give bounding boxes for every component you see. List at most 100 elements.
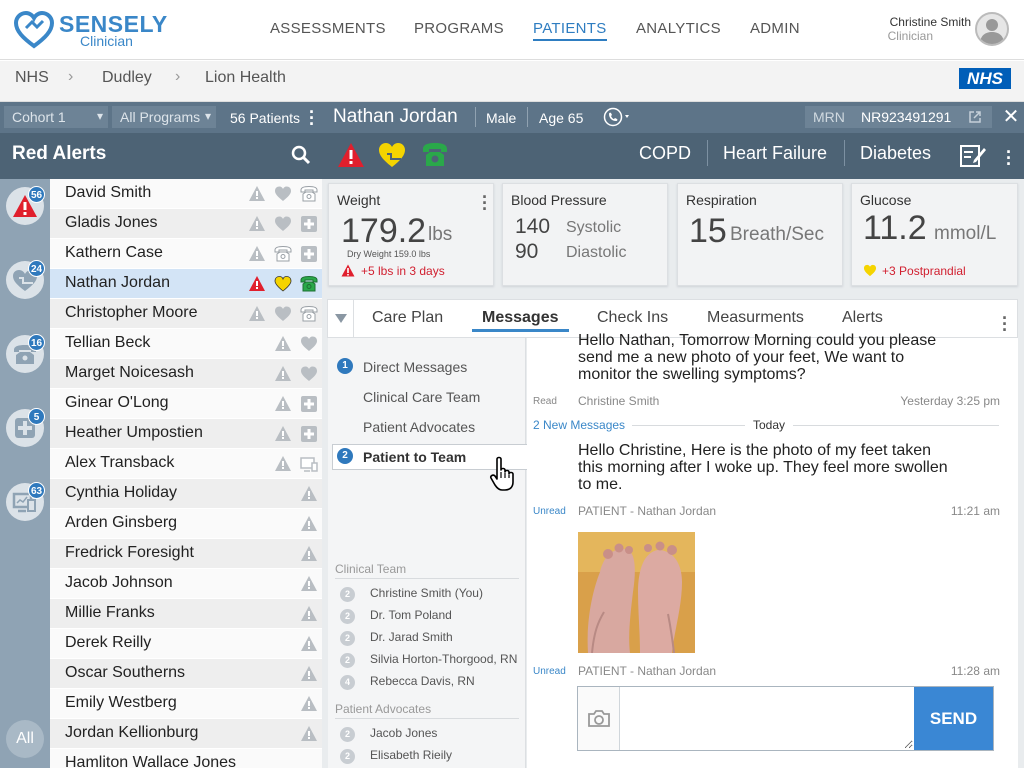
patient-row-name: Arden Ginsberg bbox=[65, 514, 178, 531]
header-divider bbox=[527, 107, 528, 127]
patient-row[interactable]: Derek Reilly bbox=[50, 629, 322, 659]
tabs-menu-icon[interactable]: · · · bbox=[1002, 309, 1008, 339]
patient-row[interactable]: Fredrick Foresight bbox=[50, 539, 322, 569]
team-member[interactable]: Rebecca Davis, RN bbox=[370, 674, 475, 688]
user-avatar[interactable] bbox=[975, 12, 1009, 46]
blood-pressure-card[interactable]: Blood Pressure 140 Systolic 90 Diastolic bbox=[502, 183, 668, 286]
weight-card[interactable]: Weight · · · 179.2 lbs Dry Weight 159.0 lb… bbox=[328, 183, 494, 286]
glucose-card[interactable]: Glucose 11.2 mmol/L +3 Postprandial bbox=[851, 183, 1018, 286]
external-link-icon[interactable] bbox=[968, 110, 982, 124]
category-direct-messages[interactable]: Direct Messages bbox=[363, 359, 467, 375]
category-clinical-care-team[interactable]: Clinical Care Team bbox=[363, 389, 480, 405]
phone-icon[interactable] bbox=[421, 141, 449, 169]
breadcrumb-item-nhs[interactable]: NHS bbox=[15, 69, 49, 87]
respiration-card[interactable]: Respiration 15 Breath/Sec bbox=[677, 183, 843, 286]
patient-row[interactable]: Kathern Case bbox=[50, 239, 322, 269]
patient-to-team-count: 2 bbox=[337, 448, 353, 464]
member-message-count: 2 bbox=[340, 609, 355, 624]
team-member[interactable]: Dr. Jarad Smith bbox=[370, 630, 453, 644]
breadcrumb-item-dudley[interactable]: Dudley bbox=[102, 69, 152, 87]
list-menu-icon[interactable]: · · · bbox=[309, 103, 315, 133]
patient-row[interactable]: Ginear O'Long bbox=[50, 389, 322, 419]
patient-row[interactable]: Oscar Southerns bbox=[50, 659, 322, 689]
team-member[interactable]: Elisabeth Rieily bbox=[370, 748, 452, 762]
new-messages-indicator[interactable]: 2 New Messages bbox=[533, 418, 625, 432]
date-divider-line bbox=[632, 425, 745, 426]
weight-alert-icon bbox=[341, 264, 355, 277]
patient-row[interactable]: Arden Ginsberg bbox=[50, 509, 322, 539]
nav-patients[interactable]: PATIENTS bbox=[533, 20, 607, 41]
patient-row[interactable]: Christopher Moore bbox=[50, 299, 322, 329]
warning-icon bbox=[301, 516, 317, 531]
message-2-line: this morning after I woke up. They feel … bbox=[578, 459, 948, 476]
patient-row[interactable]: Millie Franks bbox=[50, 599, 322, 629]
breadcrumb-item-lion-health[interactable]: Lion Health bbox=[205, 69, 286, 87]
tab-care-plan[interactable]: Care Plan bbox=[372, 309, 443, 327]
phone-icon bbox=[300, 275, 318, 292]
weight-card-menu-icon[interactable]: · · · bbox=[482, 188, 488, 218]
condition-diabetes[interactable]: Diabetes bbox=[860, 143, 931, 164]
message-1-text[interactable]: Hello Nathan, Tomorrow Morning could you… bbox=[578, 331, 958, 384]
rail-all-button[interactable]: All bbox=[6, 720, 44, 758]
team-member[interactable]: Dr. Tom Poland bbox=[370, 608, 452, 622]
patient-row-name: Heather Umpostien bbox=[65, 424, 203, 441]
programs-select[interactable]: All Programs bbox=[112, 106, 216, 128]
warning-icon bbox=[275, 336, 291, 351]
close-icon[interactable]: ✕ bbox=[998, 104, 1024, 130]
send-button[interactable]: SEND bbox=[914, 687, 993, 750]
patient-row[interactable]: Nathan Jordan bbox=[50, 269, 322, 299]
team-member[interactable]: Christine Smith (You) bbox=[370, 586, 483, 600]
cohort-select[interactable]: Cohort 1 bbox=[4, 106, 108, 128]
nav-assessments[interactable]: ASSESSMENTS bbox=[270, 20, 386, 37]
patient-row[interactable]: Alex Transback bbox=[50, 449, 322, 479]
warning-icon bbox=[275, 426, 291, 441]
patient-row[interactable]: Tellian Beck bbox=[50, 329, 322, 359]
search-icon[interactable] bbox=[291, 145, 311, 165]
condition-copd[interactable]: COPD bbox=[639, 143, 691, 164]
resp-title: Respiration bbox=[686, 192, 757, 208]
patient-row[interactable]: David Smith bbox=[50, 179, 322, 209]
patient-row[interactable]: Heather Umpostien bbox=[50, 419, 322, 449]
attach-photo-button[interactable] bbox=[578, 687, 620, 750]
feet-photo[interactable] bbox=[578, 532, 695, 653]
direct-messages-count: 1 bbox=[337, 358, 353, 374]
call-dropdown-icon[interactable] bbox=[603, 107, 633, 127]
warning-icon[interactable] bbox=[337, 142, 365, 168]
patient-menu-icon[interactable]: · · · bbox=[1006, 143, 1012, 173]
patient-row-name: Tellian Beck bbox=[65, 334, 151, 351]
collapse-toggle[interactable] bbox=[328, 300, 354, 337]
patient-row[interactable]: Jacob Johnson bbox=[50, 569, 322, 599]
heart-icon[interactable] bbox=[377, 141, 407, 169]
patient-row[interactable]: Jordan Kellionburg bbox=[50, 719, 322, 749]
team-member[interactable]: Silvia Horton-Thorgood, RN bbox=[370, 652, 517, 666]
weight-unit: lbs bbox=[428, 224, 453, 245]
heart-icon bbox=[275, 216, 291, 231]
patient-row[interactable]: Hamliton Wallace Jones bbox=[50, 749, 322, 768]
bp-diastolic: 90 bbox=[515, 240, 539, 263]
tab-measurements[interactable]: Measurments bbox=[707, 309, 804, 327]
warning-icon bbox=[249, 186, 265, 201]
patient-row-name: Gladis Jones bbox=[65, 214, 158, 231]
patient-row[interactable]: Gladis Jones bbox=[50, 209, 322, 239]
edit-notes-icon[interactable] bbox=[959, 142, 987, 168]
condition-heart-failure[interactable]: Heart Failure bbox=[723, 143, 827, 164]
patient-row[interactable]: Marget Noicesash bbox=[50, 359, 322, 389]
nav-admin[interactable]: ADMIN bbox=[750, 20, 800, 37]
patient-row[interactable]: Cynthia Holiday bbox=[50, 479, 322, 509]
category-patient-advocates[interactable]: Patient Advocates bbox=[363, 419, 475, 435]
tab-alerts[interactable]: Alerts bbox=[842, 309, 883, 327]
dry-weight: Dry Weight 159.0 lbs bbox=[347, 249, 431, 259]
message-2-text[interactable]: Hello Christine, Here is the photo of my… bbox=[578, 442, 958, 493]
message-input[interactable] bbox=[621, 688, 913, 749]
patient-row-name: Kathern Case bbox=[65, 244, 163, 261]
tab-check-ins[interactable]: Check Ins bbox=[597, 309, 668, 327]
nav-analytics[interactable]: ANALYTICS bbox=[636, 20, 721, 37]
sensely-logo-icon[interactable] bbox=[13, 11, 55, 49]
glucose-alert-icon bbox=[863, 264, 877, 277]
patient-row[interactable]: Emily Westberg bbox=[50, 689, 322, 719]
nav-programs[interactable]: PROGRAMS bbox=[414, 20, 504, 37]
message-1-line: Hello Nathan, Tomorrow Morning could you… bbox=[578, 332, 937, 349]
patient-row-name: Derek Reilly bbox=[65, 634, 152, 651]
team-member[interactable]: Jacob Jones bbox=[370, 726, 437, 740]
tab-messages[interactable]: Messages bbox=[472, 309, 569, 332]
